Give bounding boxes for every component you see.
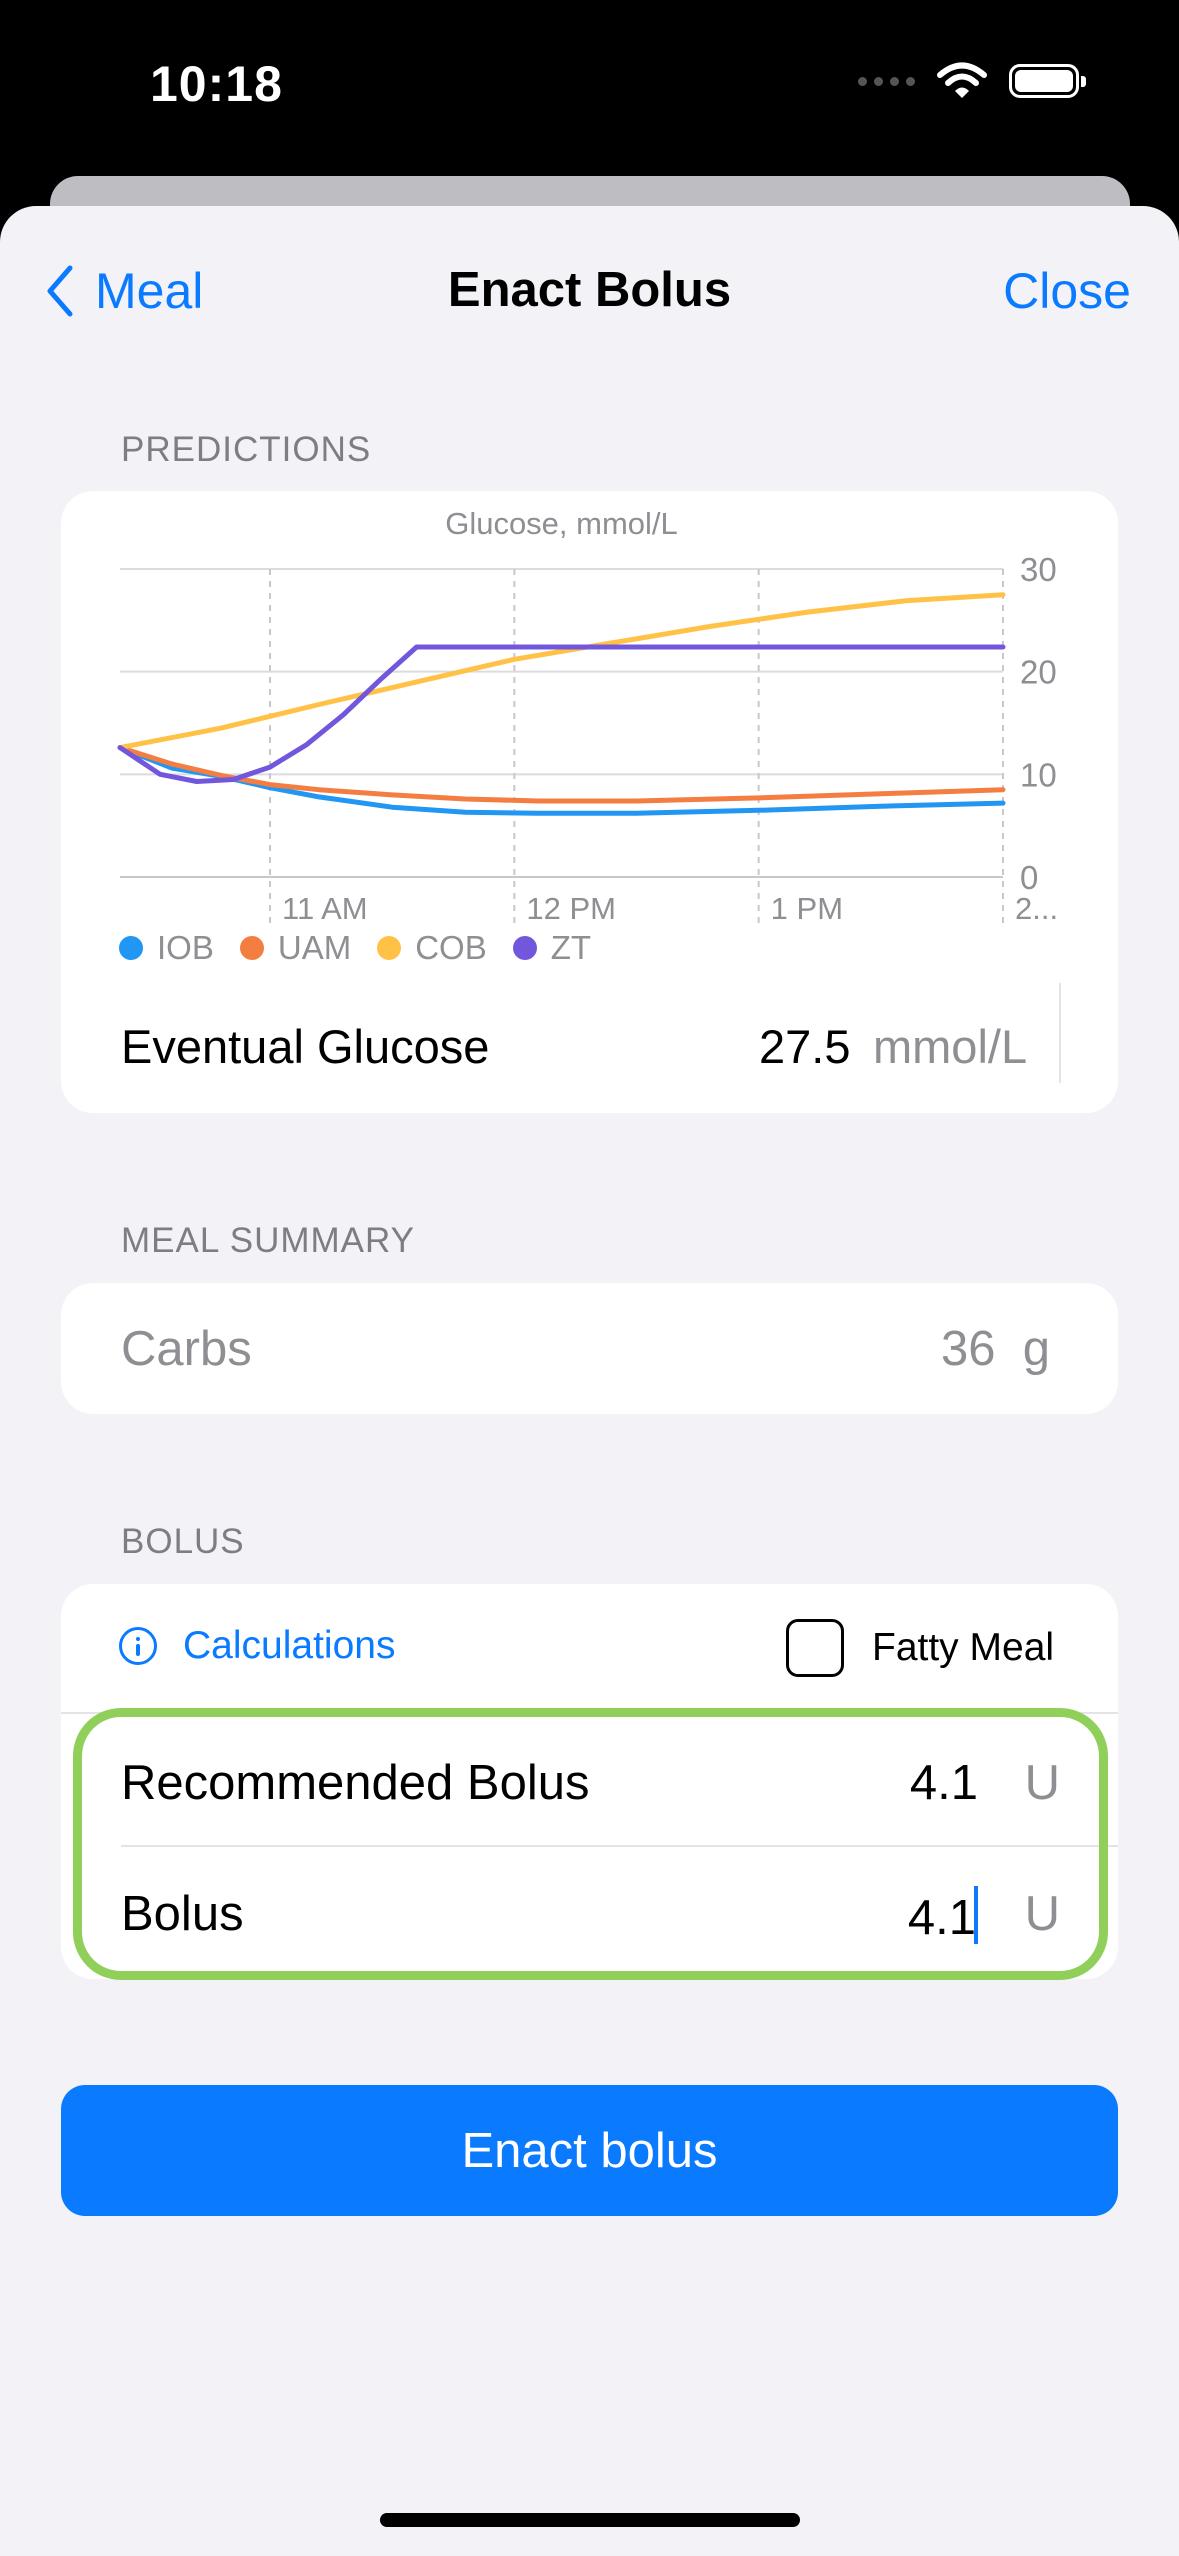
status-bar: 10:18 xyxy=(0,0,1179,180)
legend-label: ZT xyxy=(550,929,592,966)
calculations-label: Calculations xyxy=(183,1624,396,1667)
recommended-bolus-label: Recommended Bolus xyxy=(121,1756,590,1810)
eventual-glucose-value: 27.5 xyxy=(759,1020,851,1073)
y-tick-label: 20 xyxy=(1020,654,1057,691)
legend-label: COB xyxy=(415,929,487,966)
calculations-button[interactable]: Calculations xyxy=(119,1624,395,1668)
legend-label: IOB xyxy=(157,929,214,966)
legend-item: UAM xyxy=(239,929,352,967)
series-line-zt xyxy=(117,644,1006,784)
bolus-label: Bolus xyxy=(121,1887,244,1941)
battery-icon xyxy=(1009,64,1086,98)
legend-dot xyxy=(119,936,143,960)
info-icon xyxy=(119,1627,157,1665)
divider xyxy=(1059,983,1061,1083)
legend-dot xyxy=(512,936,537,960)
y-tick-label: 10 xyxy=(1020,756,1057,793)
legend-label: UAM xyxy=(277,929,352,966)
x-tick-label: 2... xyxy=(1015,891,1058,926)
bolus-card: Calculations Fatty Meal Recommended Bolu… xyxy=(61,1584,1118,1979)
predictions-card: Glucose, mmol/L 0 10 20 30 11 AM 12 PM 1 PM 2...… xyxy=(61,491,1118,1113)
bolus-input[interactable]: 4.1 xyxy=(908,1886,978,1946)
carbs-value: 36 g xyxy=(941,1321,1050,1377)
bolus-input-value: 4.1 xyxy=(907,1891,976,1945)
recommended-bolus-unit: U xyxy=(1024,1756,1060,1810)
predictions-chart: Glucose, mmol/L 0 10 20 30 11 AM 12 PM 1 PM 2...… xyxy=(61,491,1118,1001)
chart-legend: IOB UAM COB ZT xyxy=(119,929,591,967)
legend-dot xyxy=(239,936,264,960)
glucose-chart: Glucose, mmol/L010203011 AM 12 PM 1 PM 2... xyxy=(117,506,1058,926)
wifi-icon xyxy=(937,62,987,98)
text-caret xyxy=(974,1886,978,1944)
chart-title: Glucose, mmol/L xyxy=(445,506,678,541)
close-button[interactable]: Close xyxy=(1003,262,1131,320)
legend-item: COB xyxy=(377,929,487,967)
recommended-bolus-value: 4.1 xyxy=(909,1756,978,1810)
x-tick-label: 12 PM xyxy=(526,891,616,926)
status-icons xyxy=(858,62,1086,100)
predictions-header: PREDICTIONS xyxy=(121,430,372,469)
carbs-unit: g xyxy=(1022,1322,1050,1376)
status-time: 10:18 xyxy=(150,56,283,112)
eventual-glucose-label: Eventual Glucose xyxy=(121,1020,490,1073)
fatty-meal-toggle[interactable]: Fatty Meal xyxy=(786,1619,1054,1677)
x-tick-label: 1 PM xyxy=(771,891,843,926)
bolus-unit: U xyxy=(1024,1887,1060,1941)
legend-item: IOB xyxy=(119,929,214,967)
enact-bolus-button[interactable]: Enact bolus xyxy=(61,2085,1118,2216)
fatty-meal-checkbox[interactable] xyxy=(786,1619,844,1677)
x-tick-label: 11 AM xyxy=(282,891,368,926)
page-title: Enact Bolus xyxy=(447,263,732,317)
eventual-glucose-unit: mmol/L xyxy=(873,1020,1028,1073)
legend-item: ZT xyxy=(512,929,592,967)
meal-summary-header: MEAL SUMMARY xyxy=(121,1221,415,1260)
cellular-signal-icon xyxy=(858,76,915,86)
bolus-header: BOLUS xyxy=(121,1522,245,1561)
legend-dot xyxy=(377,936,402,960)
fatty-meal-label: Fatty Meal xyxy=(872,1626,1055,1669)
y-tick-label: 30 xyxy=(1020,551,1057,588)
divider xyxy=(121,1845,1118,1847)
meal-summary-card: Carbs 36 g xyxy=(61,1283,1118,1414)
carbs-label: Carbs xyxy=(121,1322,252,1376)
carbs-amount: 36 xyxy=(940,1322,996,1376)
divider xyxy=(61,1712,1118,1714)
home-indicator xyxy=(380,2513,800,2527)
